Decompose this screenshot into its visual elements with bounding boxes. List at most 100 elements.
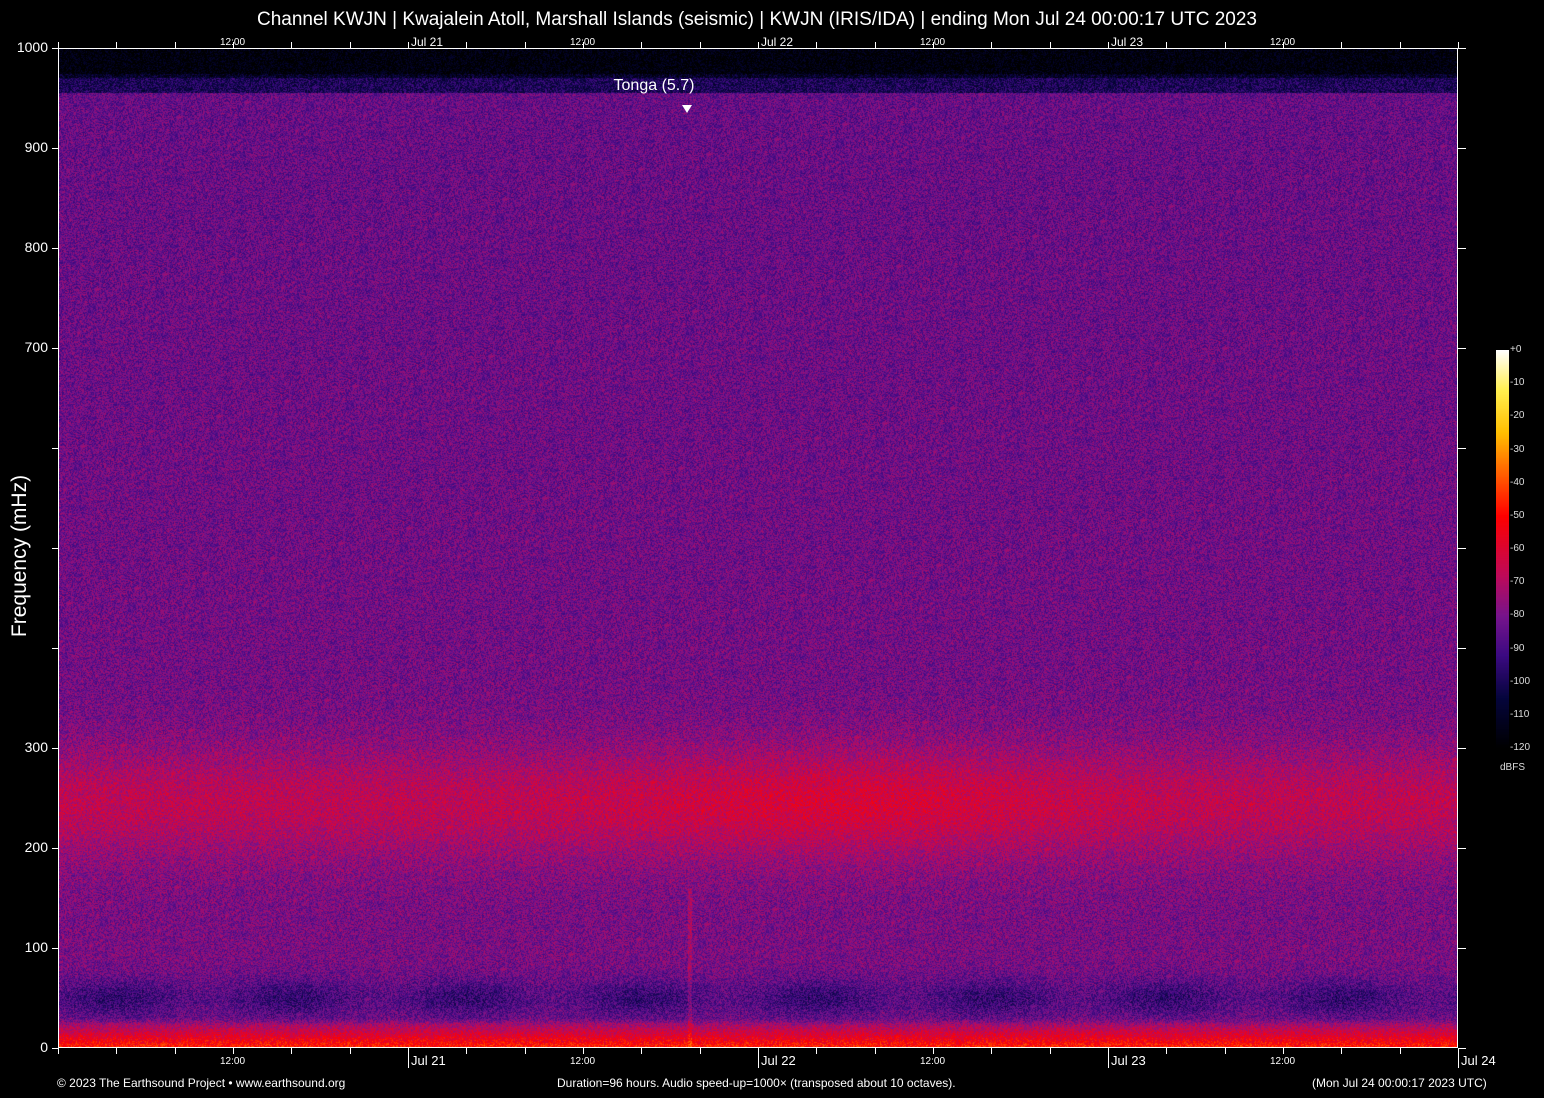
- event-label: Tonga (5.7): [613, 77, 695, 94]
- x-major-tick: [1458, 1048, 1459, 1068]
- x-tick-top: [641, 42, 643, 48]
- x-major-label: Jul 23: [1111, 1053, 1146, 1068]
- x-tick-top: [408, 42, 409, 48]
- colorbar-tick-label: -110: [1510, 708, 1530, 720]
- y-tick: [52, 748, 58, 749]
- y-tick: [52, 448, 58, 449]
- y-tick: [52, 48, 58, 49]
- y-tick: [52, 348, 58, 349]
- y-tick-right: [1458, 1048, 1466, 1049]
- x-tick-top: [816, 42, 818, 48]
- x-tick-top: [466, 42, 468, 48]
- x-tick: [291, 1048, 293, 1054]
- x-tick: [699, 1048, 701, 1054]
- x-tick-top: [1399, 42, 1401, 48]
- x-tick: [349, 1048, 351, 1054]
- y-tick-right: [1458, 748, 1466, 749]
- x-major-tick: [408, 1048, 409, 1068]
- x-tick: [816, 1048, 818, 1054]
- x-tick-top: [758, 42, 759, 48]
- chart-title: Channel KWJN | Kwajalein Atoll, Marshall…: [256, 9, 1258, 30]
- colorbar-label: dBFS: [1500, 762, 1526, 773]
- colorbar-tick-label: -80: [1510, 609, 1525, 621]
- x-major-tick: [758, 1048, 759, 1068]
- y-tick: [52, 148, 58, 149]
- x-tick-top: [1049, 42, 1051, 48]
- colorbar-tick-label: -20: [1510, 410, 1525, 422]
- x-major-tick: [1108, 1048, 1109, 1068]
- y-tick-right: [1458, 48, 1466, 49]
- x-tick: [1341, 1048, 1343, 1054]
- x-tick-top: [699, 42, 701, 48]
- y-tick-right: [1458, 548, 1466, 549]
- x-minor-label-top: 12:00: [570, 37, 596, 48]
- colorbar-tick-label: -120: [1510, 742, 1531, 753]
- x-minor-label-top: 12:00: [1270, 37, 1296, 48]
- x-minor-label: 12:00: [920, 1056, 946, 1067]
- colorbar: [1496, 350, 1509, 748]
- end-timestamp: (Mon Jul 24 00:00:17 2023 UTC): [1312, 1076, 1487, 1090]
- colorbar-tick-label: -40: [1510, 476, 1525, 488]
- y-tick-right: [1458, 848, 1466, 849]
- x-tick-top: [1108, 42, 1109, 48]
- copyright: © 2023 The Earthsound Project • www.eart…: [57, 1076, 346, 1090]
- x-tick-top: [1458, 42, 1459, 48]
- y-axis-label: Frequency (mHz): [8, 474, 31, 638]
- x-tick-top: [1224, 42, 1226, 48]
- colorbar-tick-label: -50: [1510, 509, 1525, 521]
- x-tick-top: [116, 42, 118, 48]
- x-major-label: Jul 24: [1461, 1053, 1496, 1068]
- x-tick: [1283, 1048, 1284, 1054]
- x-tick: [1166, 1048, 1168, 1054]
- duration-info: Duration=96 hours. Audio speed-up=1000× …: [557, 1076, 956, 1090]
- x-tick: [1049, 1048, 1051, 1054]
- y-tick-label: 200: [24, 839, 48, 855]
- event-annotation: Tonga (5.7): [614, 77, 695, 95]
- y-tick-right: [1458, 648, 1466, 649]
- x-tick: [991, 1048, 993, 1054]
- x-major-label: Jul 21: [411, 1053, 446, 1068]
- y-tick: [52, 248, 58, 249]
- y-tick-label: 100: [24, 939, 48, 955]
- x-tick: [466, 1048, 468, 1054]
- colorbar-tick-label: +0: [1510, 344, 1522, 355]
- colorbar-tick-label: -60: [1510, 543, 1525, 554]
- y-tick-label: 1000: [16, 39, 48, 55]
- x-minor-label: 12:00: [1270, 1056, 1296, 1067]
- x-major-label-top: Jul 23: [1111, 35, 1144, 49]
- colorbar-tick-label: -10: [1510, 377, 1525, 389]
- x-tick: [583, 1048, 584, 1054]
- x-tick: [641, 1048, 643, 1054]
- x-tick-top: [524, 42, 526, 48]
- y-tick: [52, 648, 58, 649]
- x-tick-top: [874, 42, 876, 48]
- spectrogram-plot: [58, 48, 1458, 1048]
- event-arrow-icon: [681, 105, 692, 113]
- x-tick-top: [991, 42, 993, 48]
- y-tick: [52, 848, 58, 849]
- x-minor-label-top: 12:00: [220, 37, 246, 48]
- x-minor-label: 12:00: [570, 1056, 596, 1067]
- x-tick: [116, 1048, 118, 1054]
- colorbar-tick-label: -100: [1510, 675, 1531, 687]
- x-major-label: Jul 22: [761, 1053, 796, 1068]
- y-tick-label: 0: [40, 1039, 48, 1055]
- y-tick-right: [1458, 348, 1466, 349]
- x-tick-top: [1166, 42, 1168, 48]
- x-tick: [524, 1048, 526, 1054]
- colorbar-tick-label: -70: [1510, 576, 1525, 588]
- y-tick-right: [1458, 248, 1466, 249]
- x-tick-top: [1341, 42, 1343, 48]
- y-tick-label: 800: [24, 239, 48, 255]
- x-tick: [58, 1048, 59, 1054]
- colorbar-tick-label: -90: [1510, 642, 1525, 654]
- y-tick-label: 700: [24, 339, 48, 355]
- y-tick-right: [1458, 948, 1466, 949]
- x-minor-label-top: 12:00: [920, 37, 946, 48]
- x-major-label-top: Jul 21: [411, 35, 444, 49]
- y-tick-right: [1458, 148, 1466, 149]
- x-tick: [174, 1048, 176, 1054]
- x-tick: [1399, 1048, 1401, 1054]
- x-minor-label: 12:00: [220, 1056, 246, 1067]
- colorbar-tick-label: -30: [1510, 443, 1525, 455]
